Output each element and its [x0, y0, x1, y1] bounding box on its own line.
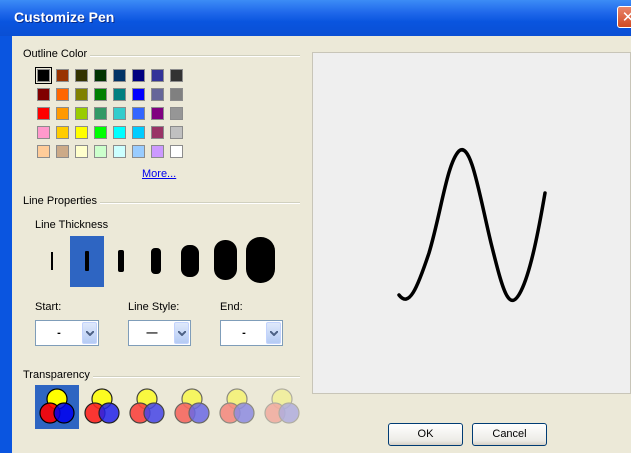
color-swatch[interactable] [132, 107, 145, 120]
color-swatch[interactable] [151, 145, 164, 158]
outline-color-label: Outline Color [23, 48, 91, 60]
color-swatch[interactable] [56, 126, 69, 139]
transparency-option[interactable] [260, 385, 304, 429]
end-arrow-value: - [242, 327, 246, 339]
color-swatch[interactable] [170, 126, 183, 139]
color-swatch[interactable] [35, 67, 52, 84]
window-title: Customize Pen [14, 9, 115, 25]
color-swatch[interactable] [170, 145, 183, 158]
transparency-option[interactable] [215, 385, 259, 429]
thickness-option-5[interactable] [181, 245, 199, 277]
close-icon: ✕ [621, 9, 631, 26]
line-properties-label: Line Properties [23, 195, 100, 207]
end-label: End: [220, 301, 243, 313]
color-swatch[interactable] [113, 145, 126, 158]
ok-button[interactable]: OK [388, 423, 463, 446]
transparency-option[interactable] [170, 385, 214, 429]
thickness-option-3[interactable] [118, 250, 124, 272]
color-swatch[interactable] [151, 88, 164, 101]
chevron-down-icon[interactable] [82, 322, 97, 344]
color-swatch[interactable] [37, 145, 50, 158]
color-swatch[interactable] [94, 107, 107, 120]
start-arrow-select[interactable]: - [35, 320, 99, 346]
start-arrow-value: - [57, 327, 61, 339]
thickness-option-4[interactable] [151, 248, 161, 274]
color-swatch[interactable] [94, 88, 107, 101]
color-swatch[interactable] [94, 69, 107, 82]
thickness-option-7[interactable] [246, 237, 275, 283]
color-swatch[interactable] [56, 107, 69, 120]
color-swatch[interactable] [113, 88, 126, 101]
color-swatch[interactable] [170, 88, 183, 101]
color-swatch[interactable] [37, 107, 50, 120]
more-colors-link[interactable]: More... [142, 168, 176, 180]
color-swatch[interactable] [151, 69, 164, 82]
color-swatch[interactable] [75, 69, 88, 82]
thickness-option-1[interactable] [51, 252, 53, 270]
thickness-option-2[interactable] [85, 251, 89, 271]
color-swatch[interactable] [75, 126, 88, 139]
title-bar[interactable]: Customize Pen ✕ [0, 0, 631, 36]
color-swatch[interactable] [37, 126, 50, 139]
line-style-select[interactable]: — [128, 320, 191, 346]
color-swatch[interactable] [132, 69, 145, 82]
color-swatch[interactable] [151, 107, 164, 120]
thickness-option-6[interactable] [214, 240, 237, 280]
color-swatch[interactable] [75, 107, 88, 120]
transparency-option[interactable] [80, 385, 124, 429]
transparency-label: Transparency [23, 369, 93, 381]
line-style-value: — [146, 327, 158, 339]
line-thickness-label: Line Thickness [35, 219, 109, 231]
color-swatch[interactable] [170, 107, 183, 120]
color-swatch[interactable] [56, 88, 69, 101]
pen-stroke-preview [397, 148, 547, 303]
color-swatch[interactable] [113, 69, 126, 82]
pen-preview-canvas [312, 52, 631, 394]
transparency-option[interactable] [125, 385, 169, 429]
color-swatch[interactable] [37, 88, 50, 101]
transparency-option[interactable] [35, 385, 79, 429]
chevron-down-icon[interactable] [174, 322, 189, 344]
color-swatch[interactable] [94, 145, 107, 158]
color-swatch[interactable] [75, 145, 88, 158]
end-arrow-select[interactable]: - [220, 320, 283, 346]
dialog-body: Outline Color More... Line Properties Li… [12, 36, 631, 453]
line-style-label: Line Style: [128, 301, 180, 313]
customize-pen-dialog: Customize Pen ✕ Outline Color More... Li… [0, 0, 631, 453]
cancel-button[interactable]: Cancel [472, 423, 547, 446]
color-swatch[interactable] [56, 145, 69, 158]
color-swatch[interactable] [113, 107, 126, 120]
color-swatch[interactable] [170, 69, 183, 82]
color-swatch[interactable] [94, 126, 107, 139]
chevron-down-icon[interactable] [266, 322, 281, 344]
start-label: Start: [35, 301, 62, 313]
color-swatch[interactable] [132, 145, 145, 158]
color-swatch[interactable] [132, 88, 145, 101]
color-swatch[interactable] [113, 126, 126, 139]
close-button[interactable]: ✕ [617, 6, 631, 28]
color-swatch[interactable] [75, 88, 88, 101]
color-swatch[interactable] [56, 69, 69, 82]
color-swatch[interactable] [151, 126, 164, 139]
color-swatch[interactable] [132, 126, 145, 139]
